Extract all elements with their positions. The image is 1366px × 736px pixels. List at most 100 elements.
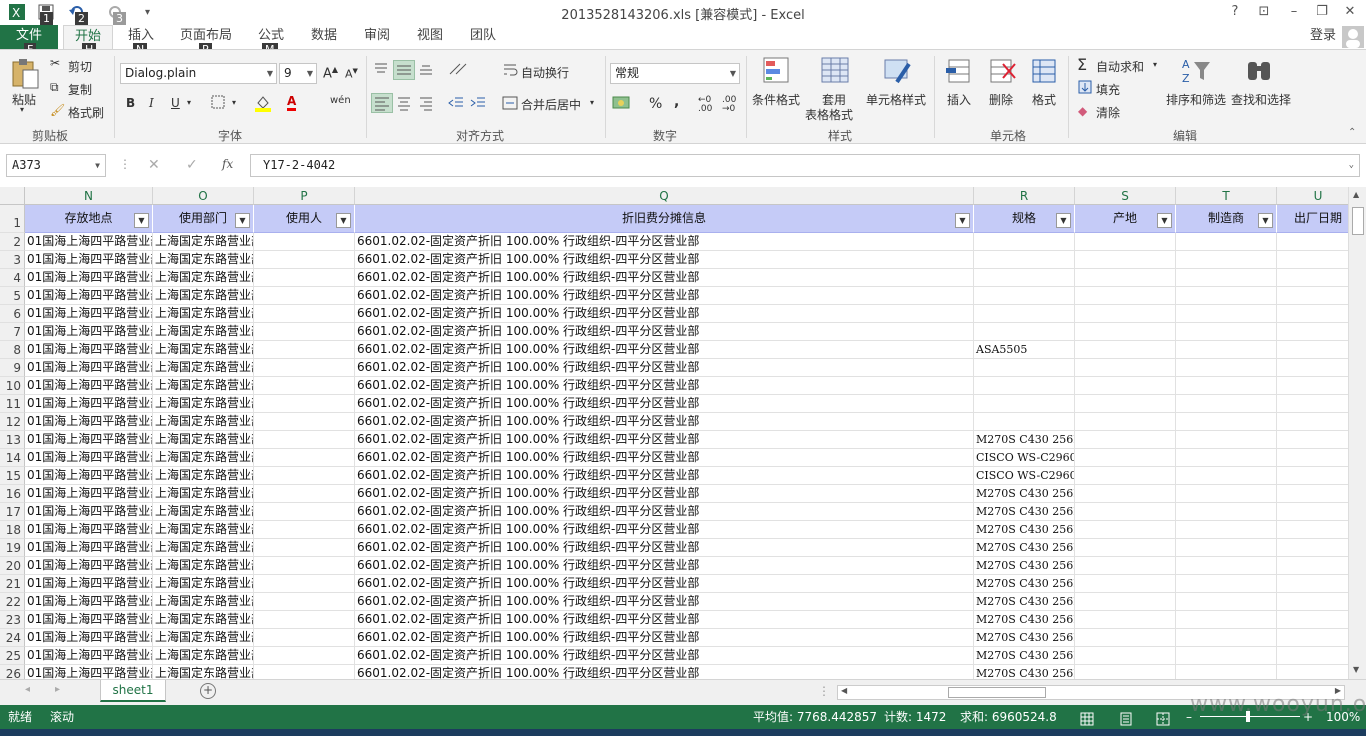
table-cell[interactable] [254, 521, 355, 539]
table-cell[interactable] [254, 557, 355, 575]
table-cell[interactable] [254, 539, 355, 557]
table-cell[interactable]: 上海国定东路营业部 [153, 593, 254, 611]
table-cell[interactable] [1277, 323, 1348, 341]
table-cell[interactable] [1176, 467, 1277, 485]
table-cell[interactable]: M270S C430 256MB 17" LCD [974, 575, 1075, 593]
format-painter-button[interactable]: 格式刷 [68, 104, 104, 121]
autosum-dropdown-icon[interactable]: ▾ [1153, 60, 1157, 69]
table-cell[interactable] [254, 305, 355, 323]
column-header-p[interactable]: P [254, 187, 355, 205]
format-painter-icon[interactable]: 🖌 [50, 103, 65, 117]
table-cell[interactable]: 上海国定东路营业部 [153, 431, 254, 449]
table-cell[interactable] [254, 485, 355, 503]
table-cell[interactable]: 上海国定东路营业部 [153, 251, 254, 269]
table-cell[interactable] [1277, 395, 1348, 413]
column-header-u[interactable]: U [1277, 187, 1348, 205]
row-header[interactable]: 10 [0, 377, 25, 395]
merge-center-icon[interactable] [502, 95, 518, 114]
borders-icon[interactable] [211, 95, 225, 112]
table-header-cell[interactable]: 产地 ▼ [1075, 205, 1176, 233]
borders-dropdown-icon[interactable]: ▾ [232, 98, 236, 107]
table-cell[interactable] [254, 413, 355, 431]
table-cell[interactable] [1277, 539, 1348, 557]
table-cell[interactable] [1277, 647, 1348, 665]
table-cell[interactable] [1176, 359, 1277, 377]
table-cell[interactable]: 6601.02.02-固定资产折旧 100.00% 行政组织-四平分区营业部 [355, 377, 974, 395]
find-select-icon[interactable] [1245, 56, 1275, 86]
tab-review[interactable]: 审阅 [356, 25, 398, 49]
table-cell[interactable]: 上海国定东路营业部 [153, 269, 254, 287]
table-cell[interactable] [254, 431, 355, 449]
row-header[interactable]: 19 [0, 539, 25, 557]
table-cell[interactable]: 上海国定东路营业部 [153, 341, 254, 359]
row-header[interactable]: 8 [0, 341, 25, 359]
paste-dropdown-icon[interactable]: ▾ [20, 105, 24, 114]
table-cell[interactable]: 6601.02.02-固定资产折旧 100.00% 行政组织-四平分区营业部 [355, 341, 974, 359]
table-cell[interactable] [1176, 611, 1277, 629]
table-cell[interactable] [1075, 287, 1176, 305]
clear-icon[interactable]: ◆ [1078, 104, 1087, 118]
table-header-cell[interactable]: 制造商 ▼ [1176, 205, 1277, 233]
table-cell[interactable]: M270S C430 256MB 17" LCD [974, 485, 1075, 503]
table-cell[interactable] [1176, 305, 1277, 323]
table-header-cell[interactable]: 存放地点 ▼ [25, 205, 153, 233]
tab-view[interactable]: 视图 [409, 25, 451, 49]
table-cell[interactable]: 上海国定东路营业部 [153, 467, 254, 485]
row-header[interactable]: 5 [0, 287, 25, 305]
table-cell[interactable]: 6601.02.02-固定资产折旧 100.00% 行政组织-四平分区营业部 [355, 323, 974, 341]
table-cell[interactable]: 6601.02.02-固定资产折旧 100.00% 行政组织-四平分区营业部 [355, 233, 974, 251]
cut-icon[interactable]: ✂ [50, 56, 60, 70]
sheet-tab[interactable]: sheet1 [100, 680, 166, 702]
table-cell[interactable]: M270S C430 256MB 17" LCD [974, 557, 1075, 575]
table-cell[interactable]: M270S C430 256MB 17" LCD [974, 611, 1075, 629]
name-box[interactable]: A373 ▼ [6, 154, 106, 177]
row-header[interactable]: 3 [0, 251, 25, 269]
table-cell[interactable] [254, 611, 355, 629]
table-cell[interactable]: 6601.02.02-固定资产折旧 100.00% 行政组织-四平分区营业部 [355, 305, 974, 323]
table-cell[interactable] [1176, 539, 1277, 557]
table-cell[interactable] [1277, 557, 1348, 575]
table-cell[interactable] [1176, 485, 1277, 503]
table-cell[interactable]: 6601.02.02-固定资产折旧 100.00% 行政组织-四平分区营业部 [355, 593, 974, 611]
table-cell[interactable] [254, 341, 355, 359]
table-cell[interactable]: M270S C430 256MB 17" LCD [974, 521, 1075, 539]
table-cell[interactable] [1277, 611, 1348, 629]
table-cell[interactable]: 01国海上海四平路营业部 [25, 593, 153, 611]
scroll-down-icon[interactable]: ▼ [1353, 665, 1359, 674]
align-right-icon[interactable] [418, 95, 434, 114]
table-cell[interactable] [1176, 449, 1277, 467]
increase-indent-icon[interactable] [470, 95, 486, 114]
table-cell[interactable]: CISCO WS-C2960-24TFL [974, 449, 1075, 467]
table-cell[interactable] [1277, 359, 1348, 377]
autosum-button[interactable]: 自动求和 [1096, 58, 1144, 75]
fill-color-icon[interactable] [254, 94, 272, 115]
table-cell[interactable]: M270S C430 256MB 17" LCD [974, 431, 1075, 449]
table-header-cell[interactable]: 出厂日期 [1277, 205, 1348, 233]
table-cell[interactable] [974, 413, 1075, 431]
table-cell[interactable]: 上海国定东路营业部 [153, 395, 254, 413]
table-cell[interactable]: 01国海上海四平路营业部 [25, 305, 153, 323]
table-cell[interactable] [1075, 485, 1176, 503]
scroll-up-icon[interactable]: ▲ [1353, 190, 1359, 199]
percent-button[interactable]: % [649, 96, 662, 112]
table-cell[interactable] [974, 233, 1075, 251]
wrap-text-button[interactable]: 自动换行 [521, 64, 569, 81]
tab-data[interactable]: 数据 [303, 25, 345, 49]
prev-sheet-icon[interactable]: ◂ [25, 684, 30, 695]
table-cell[interactable] [1075, 359, 1176, 377]
table-cell[interactable] [1277, 305, 1348, 323]
table-cell[interactable]: 上海国定东路营业部 [153, 665, 254, 679]
help-button[interactable]: ? [1222, 2, 1248, 22]
filter-dropdown-icon[interactable]: ▼ [336, 213, 351, 228]
table-cell[interactable]: 上海国定东路营业部 [153, 575, 254, 593]
row-header[interactable]: 26 [0, 665, 25, 679]
filter-dropdown-icon[interactable]: ▼ [1056, 213, 1071, 228]
table-cell[interactable] [1176, 575, 1277, 593]
table-cell[interactable] [1176, 431, 1277, 449]
table-cell[interactable]: 01国海上海四平路营业部 [25, 629, 153, 647]
table-cell[interactable]: M270S C430 256MB 17" LCD [974, 647, 1075, 665]
paste-icon[interactable] [10, 58, 40, 89]
table-cell[interactable]: 01国海上海四平路营业部 [25, 287, 153, 305]
table-cell[interactable] [1176, 395, 1277, 413]
table-cell[interactable] [254, 665, 355, 679]
